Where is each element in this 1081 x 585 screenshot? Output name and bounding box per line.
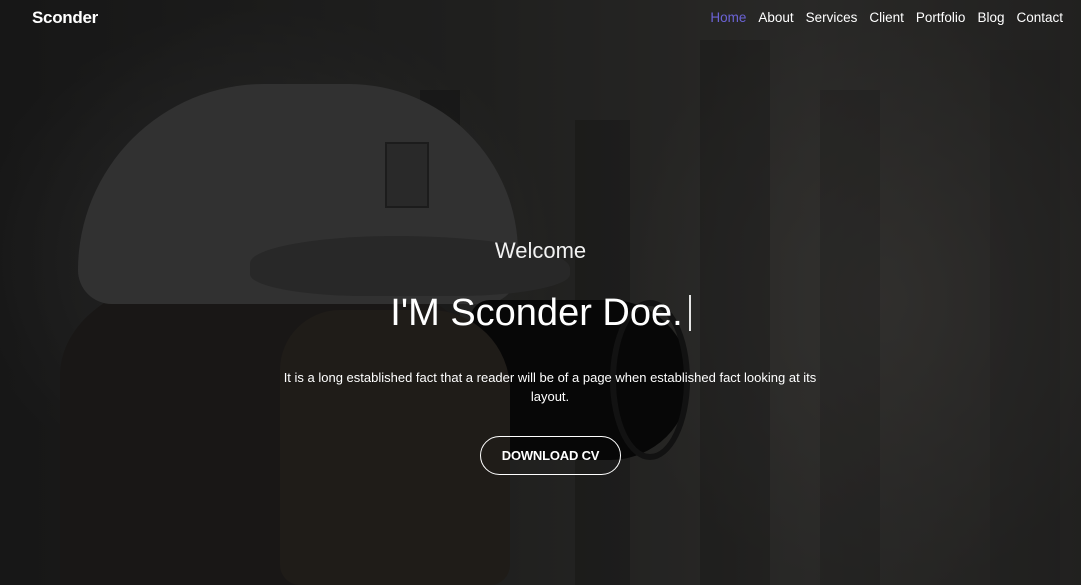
hero-section: Sconder Home About Services Client Portf…: [0, 0, 1081, 585]
typing-cursor: [688, 295, 691, 331]
nav-about[interactable]: About: [758, 10, 793, 25]
headline-text: I'M Sconder Doe.: [390, 292, 683, 334]
welcome-text: Welcome: [494, 238, 587, 263]
hero-description: It is a long established fact that a rea…: [283, 370, 817, 404]
nav-services[interactable]: Services: [806, 10, 858, 25]
hero-content: Welcome I'M Sconder Doe. It is a long es…: [0, 0, 1081, 585]
nav-client[interactable]: Client: [869, 10, 904, 25]
nav-portfolio[interactable]: Portfolio: [916, 10, 966, 25]
download-cv-button[interactable]: DOWNLOAD CV: [480, 436, 621, 475]
nav-contact[interactable]: Contact: [1016, 10, 1063, 25]
nav-home[interactable]: Home: [710, 10, 746, 25]
nav-blog[interactable]: Blog: [977, 10, 1004, 25]
navbar: Sconder Home About Services Client Portf…: [0, 0, 1081, 38]
main-nav: Home About Services Client Portfolio Blo…: [698, 10, 1063, 25]
site-logo[interactable]: Sconder: [32, 8, 98, 28]
hero-headline: I'M Sconder Doe.: [0, 292, 1081, 335]
